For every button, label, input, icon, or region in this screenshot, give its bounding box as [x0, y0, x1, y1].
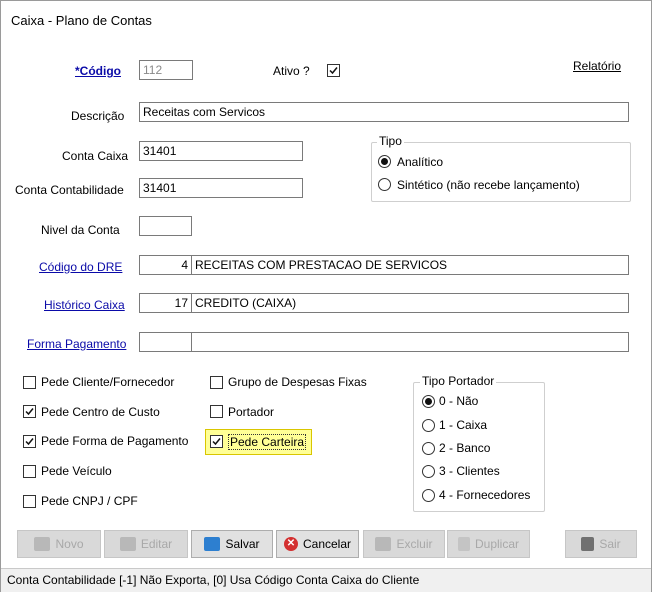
- pede-cliente-label[interactable]: Pede Cliente/Fornecedor: [41, 375, 174, 389]
- pede-forma-checkbox[interactable]: [23, 435, 36, 448]
- ativo-label: Ativo ?: [273, 64, 310, 78]
- excluir-button[interactable]: Excluir: [363, 530, 445, 558]
- portador-label[interactable]: Portador: [228, 405, 274, 419]
- pede-centro-label[interactable]: Pede Centro de Custo: [41, 405, 160, 419]
- new-document-icon: [34, 537, 51, 551]
- historico-code-input[interactable]: 17: [139, 293, 192, 313]
- pede-centro-checkbox[interactable]: [23, 405, 36, 418]
- window-title: Caixa - Plano de Contas: [11, 13, 152, 28]
- portador-4-radio[interactable]: [422, 489, 435, 502]
- nivel-label: Nivel da Conta: [41, 223, 120, 237]
- historico-desc-input[interactable]: CREDITO (CAIXA): [191, 293, 629, 313]
- dre-link[interactable]: Código do DRE: [39, 260, 122, 274]
- cancelar-button[interactable]: ✕ Cancelar: [276, 530, 359, 558]
- tipo-portador-title: Tipo Portador: [420, 374, 497, 388]
- conta-caixa-input[interactable]: 31401: [139, 141, 303, 161]
- sair-button[interactable]: Sair: [565, 530, 637, 558]
- check-icon: [25, 438, 34, 446]
- ativo-checkbox[interactable]: [327, 64, 340, 77]
- excluir-button-label: Excluir: [396, 537, 433, 551]
- novo-button[interactable]: Novo: [17, 530, 101, 558]
- pede-forma-label[interactable]: Pede Forma de Pagamento: [41, 434, 188, 448]
- conta-contabilidade-label: Conta Contabilidade: [15, 183, 124, 197]
- portador-1-label[interactable]: 1 - Caixa: [439, 418, 487, 432]
- historico-link[interactable]: Histórico Caixa: [44, 298, 125, 312]
- forma-code-input[interactable]: [139, 332, 192, 352]
- check-icon: [329, 67, 338, 75]
- conta-contabilidade-input[interactable]: 31401: [139, 178, 303, 198]
- forma-pagamento-link[interactable]: Forma Pagamento: [27, 337, 126, 351]
- pede-cliente-checkbox[interactable]: [23, 376, 36, 389]
- tipo-analitico-radio[interactable]: [378, 155, 391, 168]
- save-icon: [204, 537, 221, 551]
- salvar-button[interactable]: Salvar: [191, 530, 273, 558]
- descricao-label: Descrição: [71, 109, 125, 123]
- editar-button[interactable]: Editar: [104, 530, 188, 558]
- grupo-despesas-checkbox[interactable]: [210, 376, 223, 389]
- portador-0-radio[interactable]: [422, 395, 435, 408]
- pede-carteira-label[interactable]: Pede Carteira: [228, 434, 307, 450]
- status-text: Conta Contabilidade [-1] Não Exporta, [0…: [7, 573, 420, 587]
- check-icon: [212, 438, 221, 446]
- pede-veiculo-checkbox[interactable]: [23, 465, 36, 478]
- codigo-link[interactable]: *Código: [75, 64, 121, 78]
- portador-3-label[interactable]: 3 - Clientes: [439, 464, 500, 478]
- portador-0-label[interactable]: 0 - Não: [439, 394, 478, 408]
- editar-button-label: Editar: [140, 537, 173, 551]
- duplicar-button-label: Duplicar: [474, 537, 519, 551]
- tipo-analitico-label[interactable]: Analítico: [397, 155, 443, 169]
- portador-1-radio[interactable]: [422, 419, 435, 432]
- grupo-despesas-label[interactable]: Grupo de Despesas Fixas: [228, 375, 367, 389]
- portador-3-radio[interactable]: [422, 465, 435, 478]
- descricao-input[interactable]: Receitas com Servicos: [139, 102, 629, 122]
- dre-code-input[interactable]: 4: [139, 255, 192, 275]
- sair-button-label: Sair: [599, 537, 621, 551]
- forma-desc-input[interactable]: [191, 332, 629, 352]
- conta-caixa-label: Conta Caixa: [62, 149, 129, 163]
- exit-door-icon: [581, 537, 595, 551]
- tipo-group: [371, 142, 631, 202]
- portador-2-radio[interactable]: [422, 442, 435, 455]
- portador-4-label[interactable]: 4 - Fornecedores: [439, 488, 530, 502]
- salvar-button-label: Salvar: [225, 537, 260, 551]
- window: Caixa - Plano de Contas *Código 112 Ativ…: [0, 0, 652, 592]
- tipo-sintetico-label[interactable]: Sintético (não recebe lançamento): [397, 178, 580, 192]
- codigo-input[interactable]: 112: [139, 60, 193, 80]
- tipo-sintetico-radio[interactable]: [378, 178, 391, 191]
- edit-icon: [119, 537, 136, 551]
- duplicar-button[interactable]: Duplicar: [447, 530, 530, 558]
- nivel-input[interactable]: [139, 216, 192, 236]
- pede-veiculo-label[interactable]: Pede Veículo: [41, 464, 112, 478]
- duplicate-icon: [457, 537, 470, 551]
- pede-cnpj-checkbox[interactable]: [23, 495, 36, 508]
- cancel-icon: ✕: [283, 537, 298, 551]
- delete-icon: [375, 537, 392, 551]
- pede-carteira-checkbox[interactable]: [210, 435, 223, 448]
- pede-cnpj-label[interactable]: Pede CNPJ / CPF: [41, 494, 138, 508]
- dre-desc-input[interactable]: RECEITAS COM PRESTACAO DE SERVICOS: [191, 255, 629, 275]
- portador-2-label[interactable]: 2 - Banco: [439, 441, 490, 455]
- relatorio-link[interactable]: Relatório: [573, 59, 621, 73]
- status-bar: Conta Contabilidade [-1] Não Exporta, [0…: [1, 568, 651, 592]
- check-icon: [25, 408, 34, 416]
- portador-checkbox[interactable]: [210, 405, 223, 418]
- tipo-title: Tipo: [377, 134, 404, 148]
- cancelar-button-label: Cancelar: [302, 537, 352, 551]
- novo-button-label: Novo: [55, 537, 84, 551]
